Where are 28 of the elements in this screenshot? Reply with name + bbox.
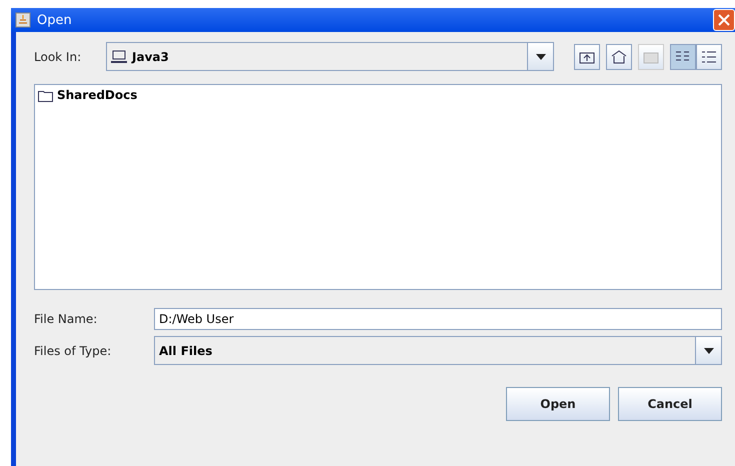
window-title: Open bbox=[37, 12, 72, 28]
caret-icon bbox=[536, 54, 546, 60]
toolbar-button[interactable] bbox=[606, 44, 632, 70]
file-name-label: File Name: bbox=[34, 312, 98, 326]
home-icon bbox=[611, 50, 627, 64]
file-name-field[interactable]: D:/Web User bbox=[154, 308, 722, 330]
file-type-dropdown[interactable]: All Files bbox=[154, 336, 722, 365]
close-icon bbox=[718, 14, 730, 26]
up-folder-icon bbox=[579, 50, 595, 64]
toolbar-button[interactable] bbox=[670, 44, 696, 70]
close-button[interactable] bbox=[713, 9, 735, 31]
app-icon bbox=[15, 12, 31, 28]
look-in-label: Look In: bbox=[34, 50, 82, 64]
computer-icon bbox=[111, 50, 127, 64]
details-view-icon bbox=[701, 50, 717, 64]
toolbar-button[interactable] bbox=[574, 44, 600, 70]
caret-icon bbox=[704, 348, 714, 354]
dropdown-value: Java3 bbox=[132, 50, 169, 64]
folder-icon bbox=[643, 50, 659, 64]
look-in-dropdown[interactable]: Java3 bbox=[106, 42, 554, 71]
cancel-button[interactable]: Cancel bbox=[618, 387, 722, 421]
list-view-icon bbox=[675, 50, 691, 64]
file-type-label: Files of Type: bbox=[34, 344, 112, 358]
dropdown-value: All Files bbox=[159, 344, 212, 358]
folder-icon bbox=[38, 88, 54, 102]
folder-item[interactable]: SharedDocs bbox=[57, 88, 138, 102]
toolbar-button[interactable] bbox=[696, 44, 722, 70]
open-button[interactable]: Open bbox=[506, 387, 610, 421]
